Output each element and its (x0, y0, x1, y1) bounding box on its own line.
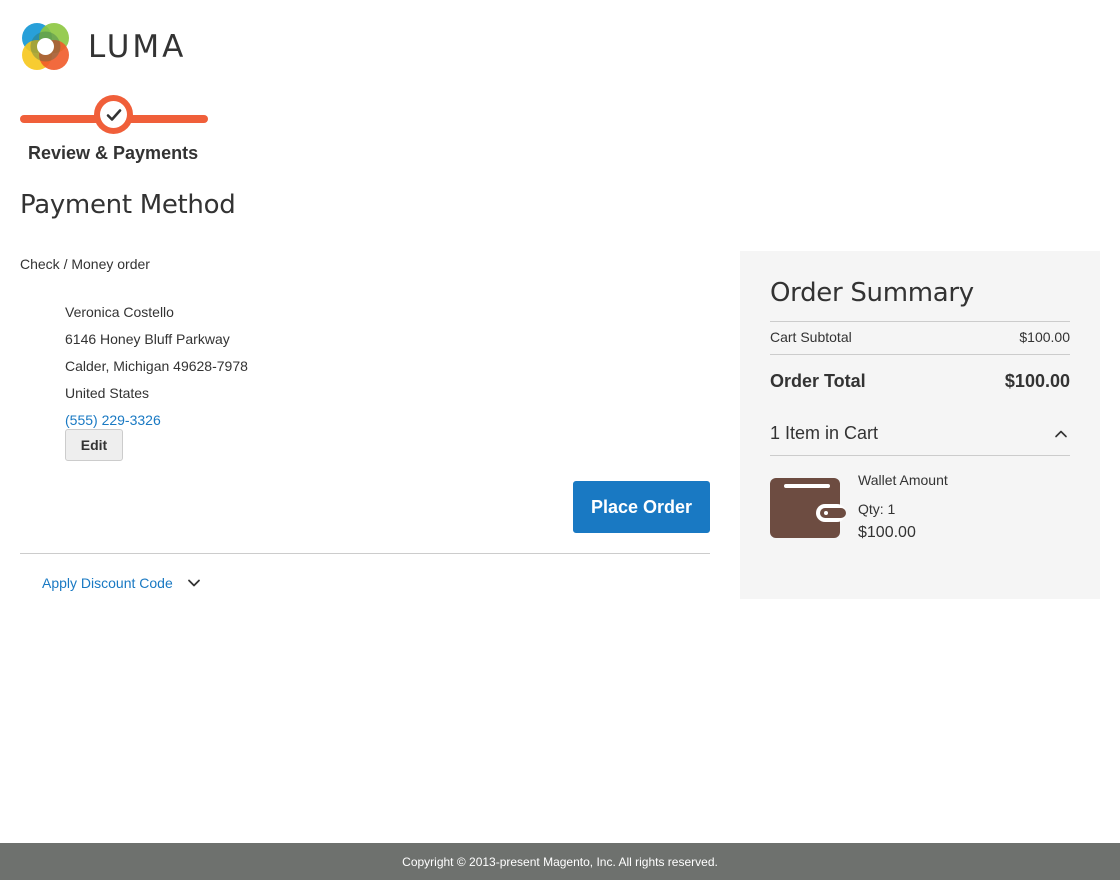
luma-logo-icon (22, 23, 69, 70)
cart-subtotal-row: Cart Subtotal $100.00 (770, 329, 1070, 345)
progress-step-marker (94, 95, 133, 134)
footer-copyright: Copyright © 2013-present Magento, Inc. A… (402, 854, 718, 869)
edit-address-button[interactable]: Edit (65, 429, 123, 461)
checkmark-icon (106, 108, 121, 121)
apply-discount-label[interactable]: Apply Discount Code (42, 575, 173, 591)
items-in-cart-toggle[interactable]: 1 Item in Cart (770, 423, 1070, 444)
address-name: Veronica Costello (65, 304, 174, 320)
apply-discount-toggle[interactable]: Apply Discount Code (42, 575, 201, 591)
address-country: United States (65, 385, 150, 401)
items-in-cart-label[interactable]: 1 Item in Cart (770, 423, 878, 444)
cart-item-name: Wallet Amount (858, 472, 948, 488)
page-footer: Copyright © 2013-present Magento, Inc. A… (0, 843, 1120, 880)
order-total-label: Order Total (770, 371, 866, 391)
summary-divider (770, 354, 1070, 355)
cart-item-price: $100.00 (858, 524, 916, 541)
cart-subtotal-value: $100.00 (1019, 329, 1070, 345)
place-order-button[interactable]: Place Order (573, 481, 710, 533)
address-street: 6146 Honey Bluff Parkway (65, 331, 230, 347)
order-summary-title: Order Summary (770, 278, 974, 308)
billing-address: Veronica Costello 6146 Honey Bluff Parkw… (65, 299, 248, 434)
progress-step-label: Review & Payments (28, 143, 199, 163)
order-total-row: Order Total $100.00 (770, 371, 1070, 392)
summary-divider (770, 455, 1070, 456)
chevron-down-icon[interactable] (187, 576, 201, 590)
address-city: Calder, Michigan 49628-7978 (65, 358, 248, 374)
checkout-progress-bar (20, 95, 208, 135)
order-total-value: $100.00 (1004, 371, 1070, 391)
order-summary-panel: Order Summary Cart Subtotal $100.00 Orde… (740, 251, 1100, 599)
logo-text: LUMA (88, 28, 187, 65)
cart-subtotal-label: Cart Subtotal (770, 329, 852, 345)
summary-divider (770, 321, 1070, 322)
chevron-up-icon[interactable] (1054, 427, 1068, 441)
payment-method-label: Check / Money order (20, 256, 150, 272)
cart-item-qty: Qty: 1 (858, 501, 896, 517)
payment-method-title: Payment Method (20, 190, 236, 220)
section-divider (20, 553, 710, 554)
site-logo[interactable]: LUMA (20, 21, 186, 72)
wallet-icon (770, 478, 846, 538)
